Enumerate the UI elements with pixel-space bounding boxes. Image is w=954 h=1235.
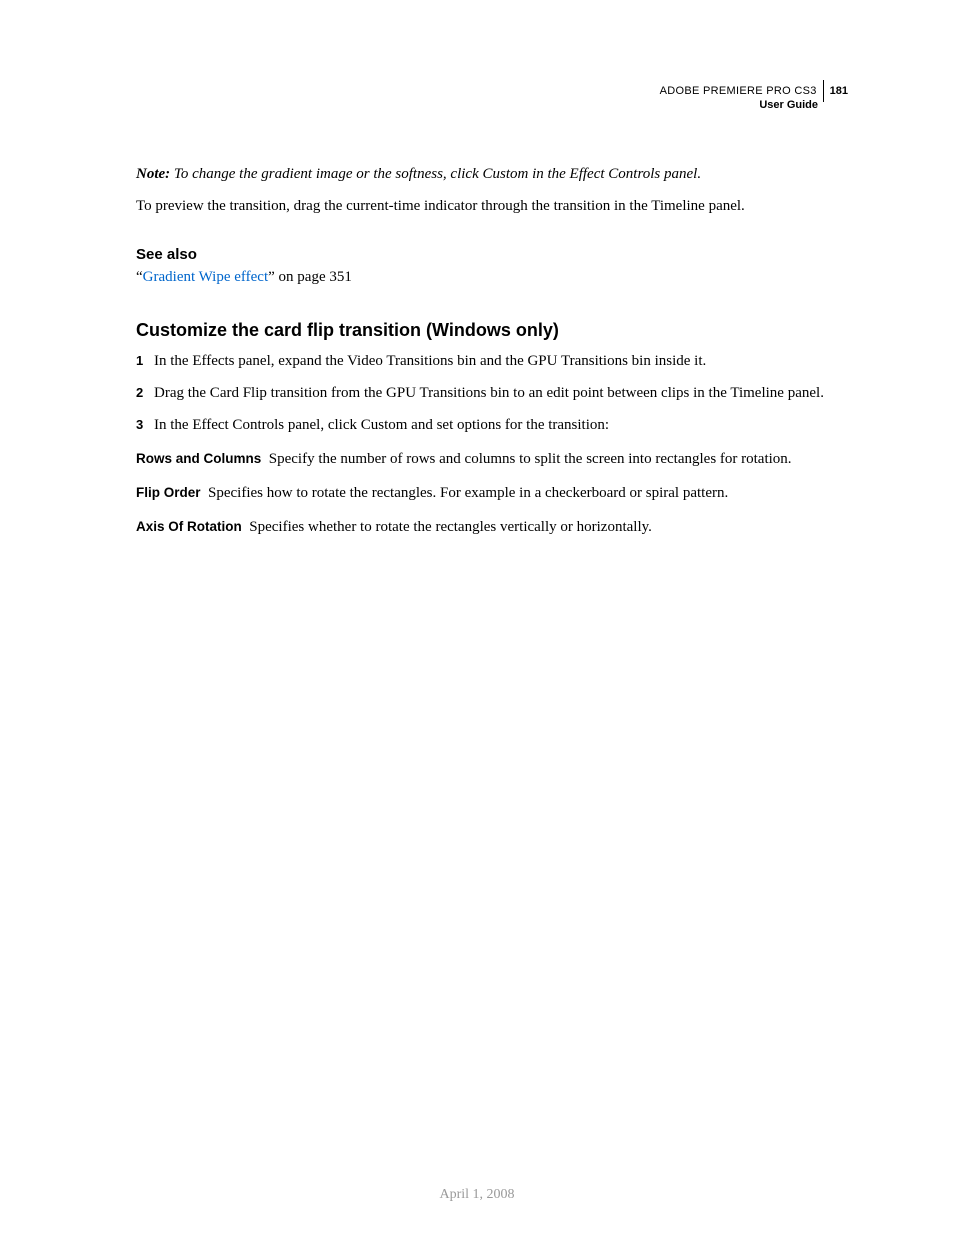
section-heading: Customize the card flip transition (Wind… <box>136 320 848 341</box>
step-text: In the Effects panel, expand the Video T… <box>154 349 848 373</box>
header-separator <box>823 80 824 102</box>
step-number: 1 <box>136 349 154 373</box>
preview-instruction: To preview the transition, drag the curr… <box>136 195 848 218</box>
step-number: 3 <box>136 413 154 437</box>
definition-item: Axis Of Rotation Specifies whether to ro… <box>136 515 848 539</box>
gradient-wipe-link[interactable]: Gradient Wipe effect <box>143 269 268 285</box>
xref-suffix: ” on page 351 <box>268 269 352 285</box>
note-paragraph: Note: To change the gradient image or th… <box>136 163 848 186</box>
page-content: ADOBE PREMIERE PRO CS3 181 User Guide No… <box>0 0 954 539</box>
definition-item: Flip Order Specifies how to rotate the r… <box>136 481 848 505</box>
definition-desc: Specifies how to rotate the rectangles. … <box>208 485 728 501</box>
step-text: In the Effect Controls panel, click Cust… <box>154 413 848 437</box>
cross-reference: “Gradient Wipe effect” on page 351 <box>136 269 848 286</box>
product-name: ADOBE PREMIERE PRO CS3 <box>660 84 817 99</box>
see-also-heading: See also <box>136 246 848 263</box>
step-text: Drag the Card Flip transition from the G… <box>154 381 848 405</box>
definition-term: Axis Of Rotation <box>136 519 242 534</box>
definition-term: Flip Order <box>136 485 201 500</box>
definition-term: Rows and Columns <box>136 451 261 466</box>
note-label: Note: <box>136 166 170 182</box>
quote-open: “ <box>136 269 143 285</box>
page-header: ADOBE PREMIERE PRO CS3 181 User Guide <box>136 80 848 113</box>
definition-desc: Specify the number of rows and columns t… <box>269 451 792 467</box>
step-item: 3 In the Effect Controls panel, click Cu… <box>136 413 848 437</box>
definition-desc: Specifies whether to rotate the rectangl… <box>249 519 652 535</box>
steps-list: 1 In the Effects panel, expand the Video… <box>136 349 848 437</box>
page-number: 181 <box>830 84 848 99</box>
step-item: 2 Drag the Card Flip transition from the… <box>136 381 848 405</box>
guide-label: User Guide <box>136 98 818 113</box>
definition-item: Rows and Columns Specify the number of r… <box>136 447 848 471</box>
step-number: 2 <box>136 381 154 405</box>
step-item: 1 In the Effects panel, expand the Video… <box>136 349 848 373</box>
note-text: To change the gradient image or the soft… <box>174 166 701 182</box>
footer-date: April 1, 2008 <box>0 1187 954 1203</box>
